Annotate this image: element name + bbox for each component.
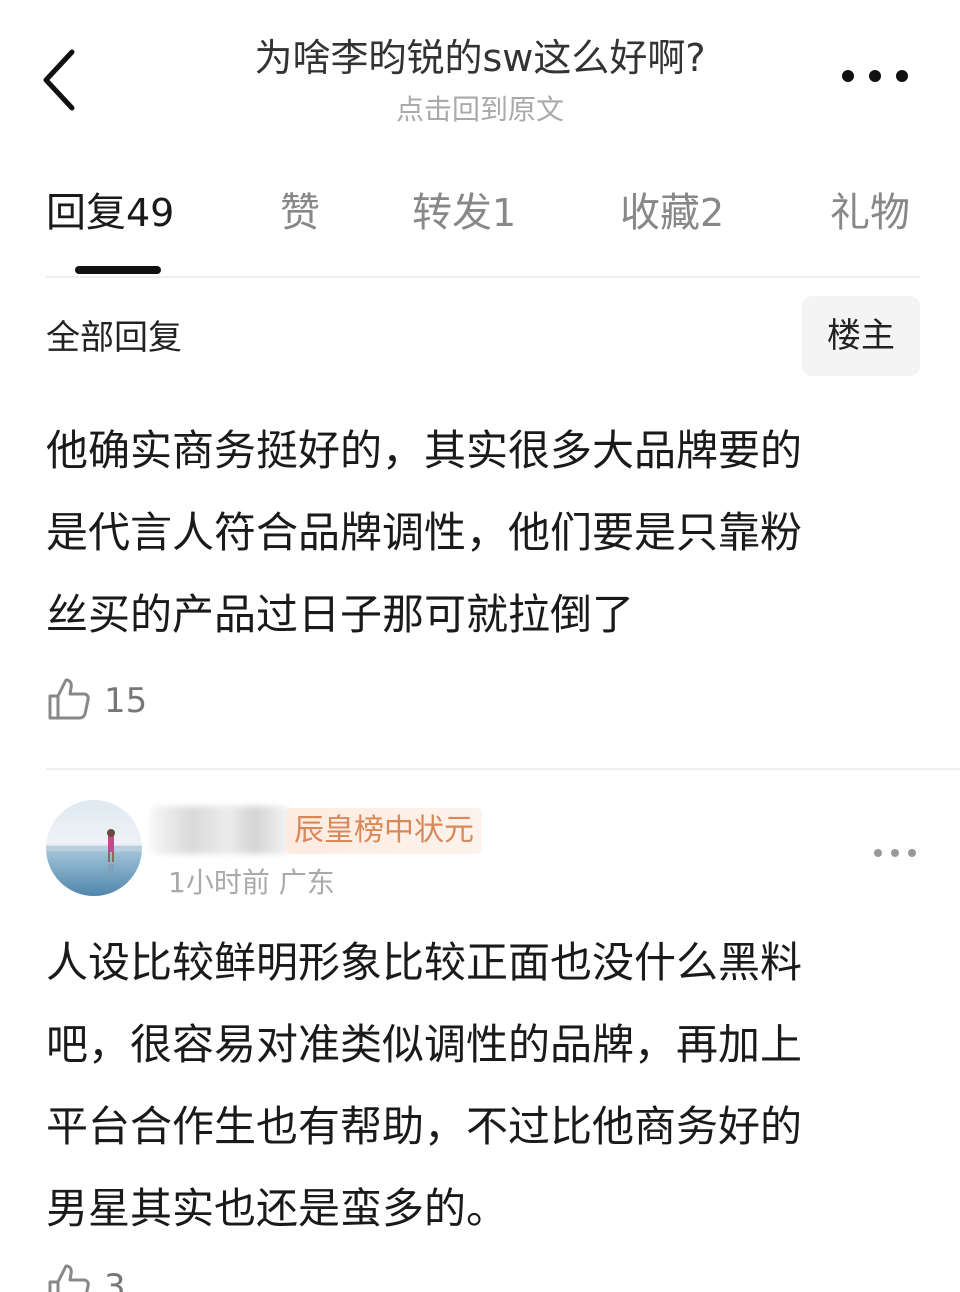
- back-button[interactable]: [30, 40, 90, 120]
- comment-line: 人设比较鲜明形象比较正面也没什么黑料: [46, 938, 803, 987]
- tab-label: 礼物: [830, 190, 910, 236]
- tab-replies[interactable]: 回复49: [46, 180, 174, 250]
- comment-line: 是代言人符合品牌调性，他们要是只靠粉: [46, 508, 803, 557]
- all-replies-label: 全部回复: [46, 318, 182, 358]
- username-redacted[interactable]: [150, 806, 290, 854]
- avatar[interactable]: [46, 800, 142, 896]
- tab-count: 1: [492, 191, 517, 235]
- back-to-original-link[interactable]: 点击回到原文: [150, 90, 810, 130]
- active-tab-indicator: [75, 266, 161, 274]
- chevron-left-icon: [43, 49, 75, 111]
- more-options-button[interactable]: [842, 66, 908, 86]
- comment-body: 人设比较鲜明形象比较正面也没什么黑料 吧，很容易对准类似调性的品牌，再加上 平台…: [46, 922, 926, 1250]
- page-title: 为啥李昀锐的sw这么好啊?: [254, 36, 706, 80]
- avatar-image: [46, 800, 142, 896]
- tab-label: 转发: [412, 190, 492, 236]
- like-count: 3: [104, 1267, 126, 1292]
- tabs-divider: [46, 276, 920, 278]
- comment-line: 平台合作生也有帮助，不过比他商务好的: [46, 1102, 803, 1151]
- page: 为啥李昀锐的sw这么好啊? 点击回到原文 回复49 赞 转发1 收藏2 礼物 全…: [0, 0, 960, 1292]
- thumbs-up-icon: [48, 678, 90, 720]
- tab-bar: 回复49 赞 转发1 收藏2 礼物: [0, 180, 960, 250]
- comment-more-button[interactable]: [874, 846, 918, 860]
- tab-reposts[interactable]: 转发1: [412, 180, 516, 250]
- comment-body: 他确实商务挺好的，其实很多大品牌要的 是代言人符合品牌调性，他们要是只靠粉 丝买…: [46, 410, 926, 656]
- comment-meta: 1小时前 广东: [168, 866, 335, 899]
- title-block: 为啥李昀锐的sw这么好啊? 点击回到原文: [150, 30, 810, 130]
- comment-line: 吧，很容易对准类似调性的品牌，再加上: [46, 1020, 803, 1069]
- comment-line: 男星其实也还是蛮多的。: [46, 1184, 509, 1233]
- comment-line: 丝买的产品过日子那可就拉倒了: [46, 590, 635, 639]
- op-only-button[interactable]: 楼主: [802, 296, 920, 376]
- tab-likes[interactable]: 赞: [280, 180, 320, 250]
- tab-gifts[interactable]: 礼物: [830, 180, 910, 250]
- tab-label: 赞: [280, 190, 320, 236]
- tab-count: 49: [126, 191, 175, 235]
- user-badge[interactable]: 辰皇榜中状元: [286, 808, 482, 854]
- like-count: 15: [104, 681, 148, 721]
- top-bar: 为啥李昀锐的sw这么好啊? 点击回到原文: [0, 0, 960, 150]
- tab-label: 回复: [46, 190, 126, 236]
- thumbs-up-icon: [48, 1264, 90, 1292]
- comment-line: 他确实商务挺好的，其实很多大品牌要的: [46, 426, 803, 475]
- tab-label: 收藏: [620, 190, 700, 236]
- tab-count: 2: [700, 191, 725, 235]
- tab-favorites[interactable]: 收藏2: [620, 180, 724, 250]
- comment-divider: [46, 768, 960, 770]
